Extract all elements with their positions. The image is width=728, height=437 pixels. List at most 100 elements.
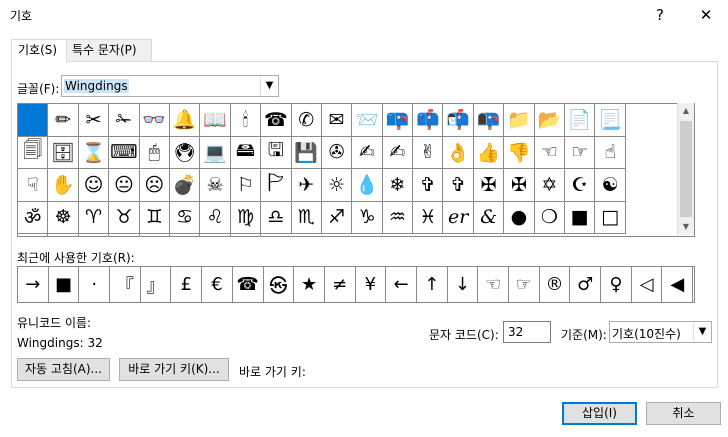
autocorrect-button[interactable]: 자동 고침(A)... xyxy=(17,358,110,381)
symbol-cell[interactable]: & xyxy=(473,201,505,234)
symbol-cell[interactable]: ✞ xyxy=(413,169,444,202)
symbol-grid[interactable]: ✏ ✂ ✁ 👓 🔔 📖 🕯 ☎ ✆ ✉ 📨 📪 📫 📬 📭 📁 📂 📄 📃 🗐 🗄 ⌛ ⌨ 🖱 🖲 💻 🖴 🖫 💾 ✇ ✍ ✍ ✌ 👌 👍 👎 ☜ ☞ ☝ ☟… xyxy=(18,104,626,236)
symbol-cell[interactable]: ♉ xyxy=(109,201,140,234)
symbol-cell[interactable]: 🖫 xyxy=(261,136,292,169)
recent-symbol-cell[interactable]: 『 xyxy=(110,267,141,302)
symbol-cell[interactable]: ⬥ xyxy=(231,234,262,236)
symbol-cell[interactable]: ❖ xyxy=(200,234,231,236)
recent-symbol-cell[interactable]: 』 xyxy=(141,267,172,302)
symbol-cell[interactable]: 🕯 xyxy=(230,104,262,137)
symbol-cell[interactable]: ✞ xyxy=(443,169,474,202)
symbol-cell[interactable]: ⚐ xyxy=(230,169,262,202)
symbol-cell[interactable]: 📨 xyxy=(352,104,383,137)
shortcut-key-button[interactable]: 바로 가기 키(K)... xyxy=(119,358,229,381)
font-dropdown[interactable]: Wingdings ▼ xyxy=(61,75,279,97)
symbol-cell[interactable]: ♓ xyxy=(413,201,444,234)
scroll-down-arrow-icon[interactable]: ▼ xyxy=(678,219,694,235)
symbol-cell[interactable]: 💾 xyxy=(291,136,322,169)
tab-special-characters[interactable]: 특수 문자(P) xyxy=(65,39,152,62)
symbol-cell[interactable]: ☼ xyxy=(321,169,353,202)
symbol-cell[interactable]: ♋ xyxy=(169,201,201,234)
tab-symbols[interactable]: 기호(S) xyxy=(11,39,67,63)
symbol-cell[interactable]: ✠ xyxy=(504,169,535,202)
recent-symbol-cell[interactable]: ← xyxy=(386,267,417,302)
symbol-cell[interactable]: ♊ xyxy=(139,201,170,234)
recent-symbol-cell[interactable]: £ xyxy=(171,267,203,302)
recent-symbol-cell[interactable]: ☞ xyxy=(509,267,540,302)
symbol-cell[interactable]: ❍ xyxy=(534,201,566,234)
recent-symbol-cell[interactable]: ■ xyxy=(49,267,80,302)
symbol-cell[interactable]: 📂 xyxy=(534,104,566,137)
symbol-cell[interactable]: ☜ xyxy=(534,136,566,169)
chevron-down-icon[interactable]: ▼ xyxy=(260,76,278,96)
symbol-cell[interactable]: ☪ xyxy=(565,169,596,202)
recent-symbol-cell[interactable]: ◁ xyxy=(632,267,663,302)
symbol-cell[interactable]: ♌ xyxy=(200,201,231,234)
symbol-cell[interactable]: ☯ xyxy=(595,169,626,202)
symbol-cell[interactable]: 🗐 xyxy=(18,136,49,169)
symbol-cell[interactable]: 📭 xyxy=(473,104,505,137)
recent-symbol-cell[interactable]: ☜ xyxy=(478,267,509,302)
symbol-cell[interactable]: ✋ xyxy=(48,169,79,202)
recent-symbol-cell[interactable]: · xyxy=(79,267,111,302)
recent-symbol-cell[interactable]: ♀ xyxy=(601,267,632,302)
symbol-cell[interactable]: 👎 xyxy=(504,136,535,169)
symbol-cell[interactable]: ♈ xyxy=(78,201,110,234)
symbol-cell[interactable]: 🔔 xyxy=(169,104,201,137)
symbol-grid-scrollbar[interactable]: ▲ ▼ xyxy=(677,103,694,235)
recent-symbol-cell[interactable]: ★ xyxy=(294,267,325,302)
symbol-cell[interactable]: 😐 xyxy=(109,169,140,202)
symbol-cell[interactable]: ☎ xyxy=(261,104,292,137)
symbol-cell[interactable]: □ xyxy=(595,201,626,234)
symbol-cell[interactable]: ☟ xyxy=(18,169,49,202)
recent-symbol-cell[interactable]: ≠ xyxy=(325,267,356,302)
symbol-cell[interactable]: 👍 xyxy=(473,136,505,169)
symbol-cell[interactable]: ♒ xyxy=(382,201,414,234)
symbol-cell[interactable]: 🖲 xyxy=(169,136,201,169)
symbol-cell[interactable]: 💻 xyxy=(200,136,231,169)
symbol-cell[interactable]: ☹ xyxy=(139,169,170,202)
symbol-cell[interactable]: ☠ xyxy=(200,169,231,202)
symbol-cell[interactable]: 💣 xyxy=(169,169,201,202)
symbol-cell[interactable]: ♍ xyxy=(230,201,262,234)
symbol-cell[interactable]: 📄 xyxy=(565,104,596,137)
scroll-up-arrow-icon[interactable]: ▲ xyxy=(678,103,694,119)
symbol-cell[interactable]: ♐ xyxy=(321,201,353,234)
insert-button[interactable]: 삽입(I) xyxy=(562,402,637,425)
recent-symbol-cell[interactable]: ♂ xyxy=(570,267,602,302)
symbol-cell[interactable]: 📪 xyxy=(382,104,414,137)
symbol-cell[interactable]: ✌ xyxy=(413,136,444,169)
scroll-thumb[interactable] xyxy=(680,121,692,217)
char-code-input[interactable]: 32 xyxy=(503,321,551,343)
symbol-cell[interactable]: ⧫ xyxy=(140,234,170,236)
cancel-button[interactable]: 취소 xyxy=(646,402,721,425)
symbol-cell[interactable]: ⬧ xyxy=(109,234,140,236)
symbol-cell[interactable]: ✈ xyxy=(291,169,322,202)
symbol-cell[interactable]: ✡ xyxy=(534,169,566,202)
symbol-cell[interactable]: 🖱 xyxy=(139,136,170,169)
help-button[interactable]: ? xyxy=(649,4,671,26)
symbol-cell[interactable]: 📁 xyxy=(504,104,535,137)
chevron-down-icon[interactable]: ▼ xyxy=(693,322,711,342)
from-dropdown[interactable]: 기호(10진수) ▼ xyxy=(609,321,712,343)
symbol-cell[interactable]: ■ xyxy=(565,201,596,234)
close-button[interactable]: ✕ xyxy=(695,4,717,26)
symbol-cell[interactable]: ❒ xyxy=(79,234,110,236)
recent-symbol-cell[interactable]: ¥ xyxy=(356,267,387,302)
symbol-cell[interactable]: er xyxy=(443,201,474,234)
symbol-cell[interactable]: 👌 xyxy=(443,136,474,169)
symbol-cell[interactable]: ♏ xyxy=(291,201,322,234)
symbol-cell[interactable]: 👓 xyxy=(139,104,170,137)
symbol-cell[interactable]: ✠ xyxy=(473,169,505,202)
recent-symbol-cell[interactable]: ↑ xyxy=(417,267,448,302)
recent-symbol-cell[interactable]: € xyxy=(202,267,233,302)
recent-symbol-cell[interactable]: ㉿ xyxy=(264,267,295,302)
symbol-cell-selected[interactable] xyxy=(18,104,49,137)
symbol-cell[interactable]: 🖴 xyxy=(230,136,262,169)
symbol-cell[interactable]: ⌨ xyxy=(109,136,140,169)
symbol-cell[interactable]: ✆ xyxy=(291,104,322,137)
symbol-cell[interactable]: ☸ xyxy=(48,201,79,234)
symbol-cell[interactable]: 🗄 xyxy=(48,136,79,169)
symbol-cell[interactable]: ♎ xyxy=(261,201,292,234)
recent-symbol-cell[interactable]: ☎ xyxy=(233,267,264,302)
